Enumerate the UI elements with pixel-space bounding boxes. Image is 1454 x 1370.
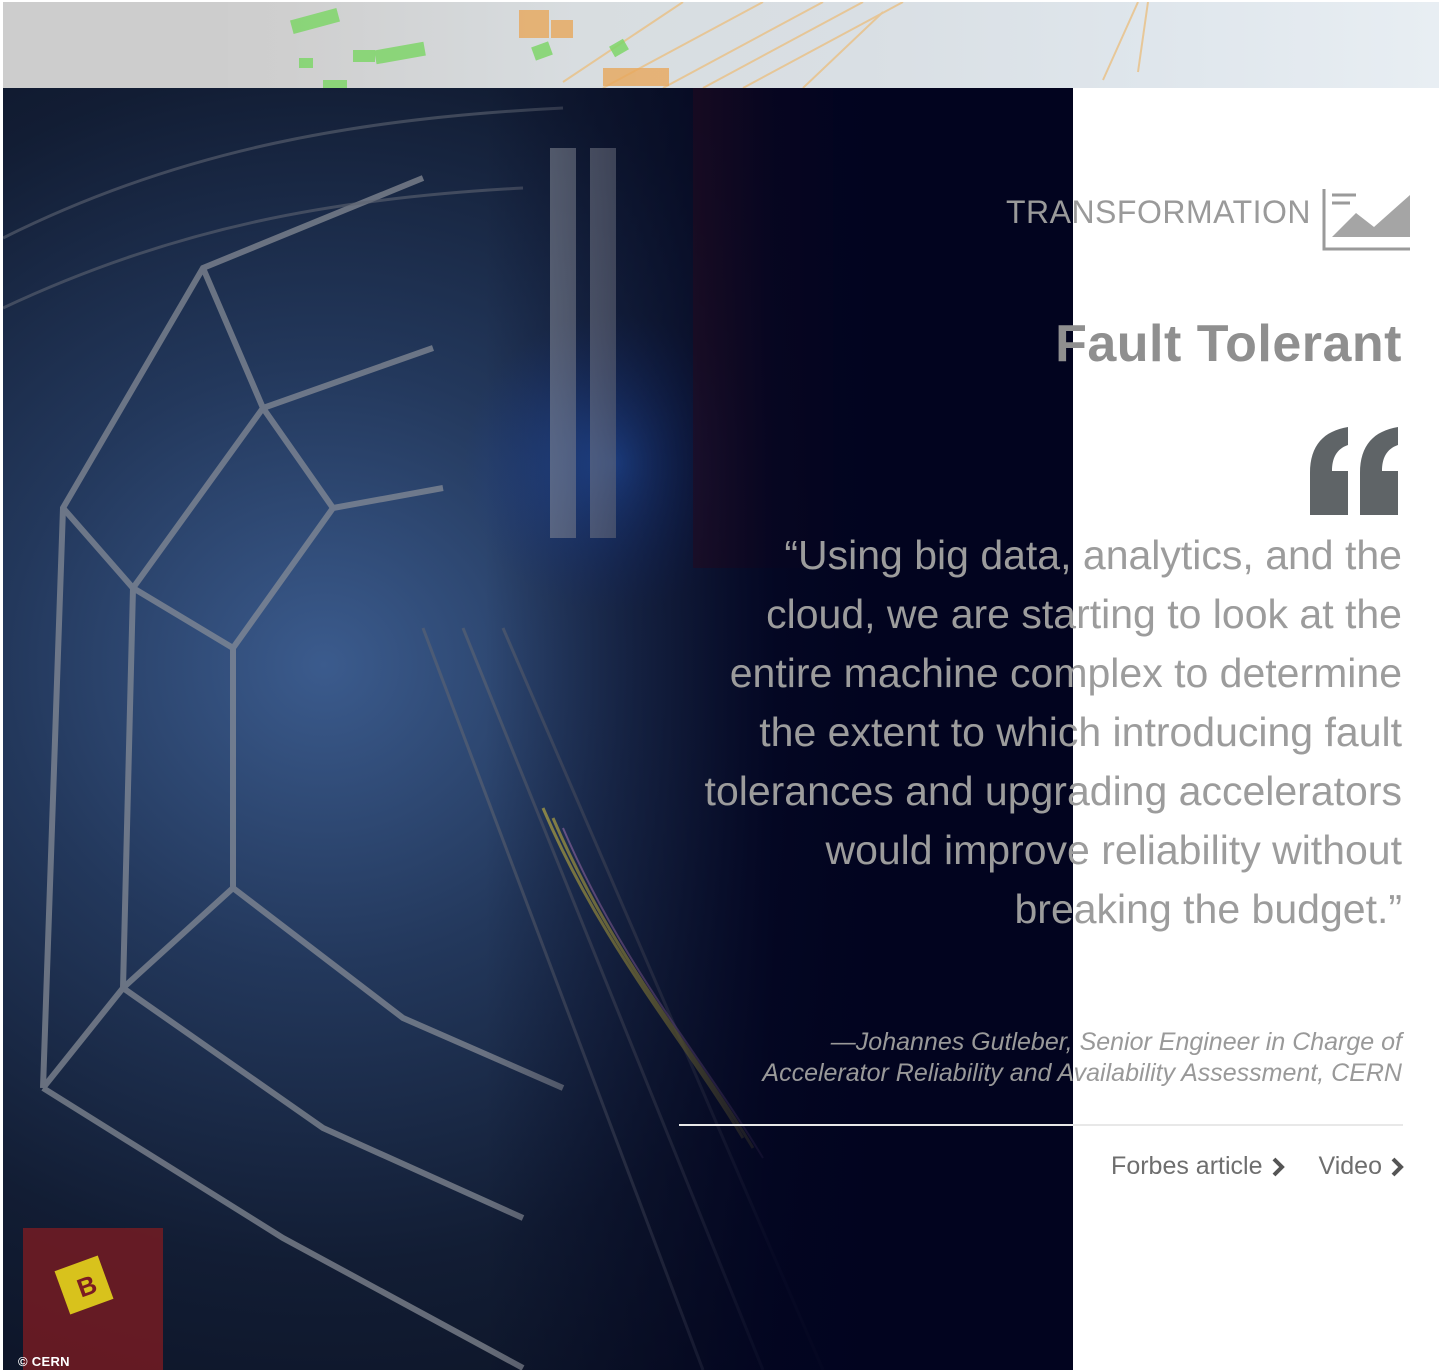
- network-graph-graphic: [290, 2, 1149, 88]
- trend-chart-icon: [1322, 187, 1411, 251]
- quote-text: “Using big data, analytics, and the clou…: [704, 532, 1402, 932]
- photo-credit: © CERN: [18, 1354, 70, 1369]
- attribution-line-2: Accelerator Reliability and Availability…: [762, 1059, 1402, 1087]
- video-link[interactable]: Video: [1319, 1152, 1405, 1181]
- video-label: Video: [1318, 1152, 1383, 1180]
- chevron-right-icon: [1391, 1157, 1404, 1176]
- quote-attribution: —Johannes Gutleber, Senior Engineer in C…: [682, 1027, 1402, 1089]
- category-label: TRANSFORMATION: [1005, 194, 1311, 230]
- page-title: Fault Tolerant: [1055, 315, 1402, 373]
- attribution-line-1: —Johannes Gutleber, Senior Engineer in C…: [830, 1028, 1402, 1056]
- chevron-right-icon: [1272, 1157, 1285, 1176]
- forbes-article-label: Forbes article: [1111, 1152, 1263, 1180]
- top-banner-image: [3, 2, 1439, 88]
- quote-mark-icon: [1310, 427, 1398, 515]
- related-links: Forbes article Video: [1111, 1152, 1404, 1181]
- divider: [679, 1124, 1403, 1126]
- forbes-article-link[interactable]: Forbes article: [1111, 1152, 1285, 1181]
